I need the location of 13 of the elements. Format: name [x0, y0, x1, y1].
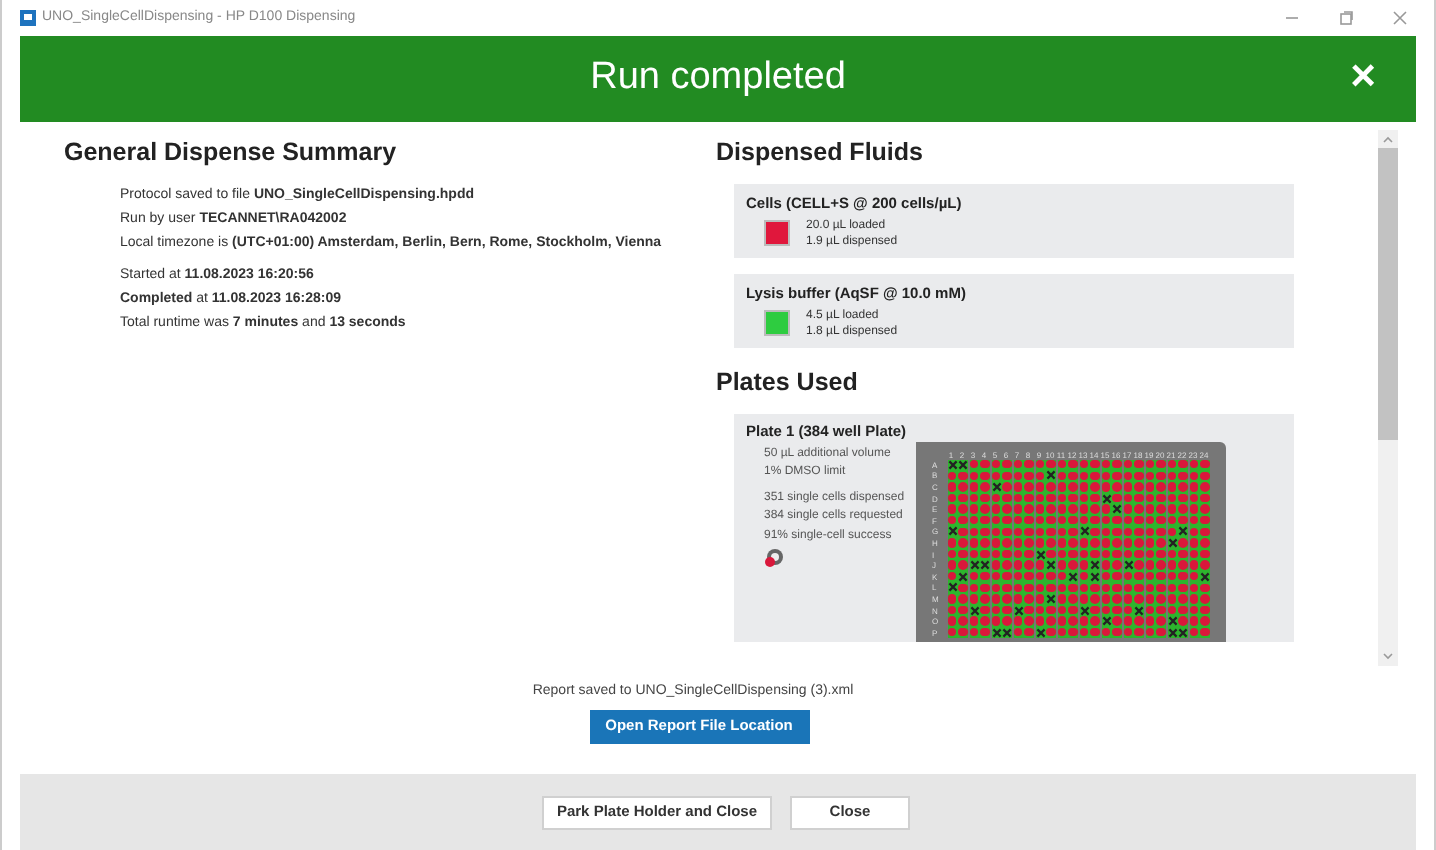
scroll-up-icon[interactable] [1382, 134, 1394, 146]
close-icon[interactable] [1392, 10, 1408, 26]
section-title: General Dispense Summary [64, 136, 399, 170]
banner-title: Run completed [590, 54, 846, 103]
scroll-down-icon[interactable] [1382, 650, 1394, 662]
scroll-thumb[interactable] [1378, 148, 1398, 440]
section-title: Plates Used [716, 365, 860, 400]
banner-close-button[interactable]: × [1350, 52, 1376, 100]
scrollbar[interactable] [1378, 130, 1398, 666]
plate-icon [764, 548, 784, 568]
maximize-icon[interactable] [1338, 10, 1354, 26]
app-icon [20, 10, 36, 26]
section-title: Dispensed Fluids [716, 136, 925, 170]
